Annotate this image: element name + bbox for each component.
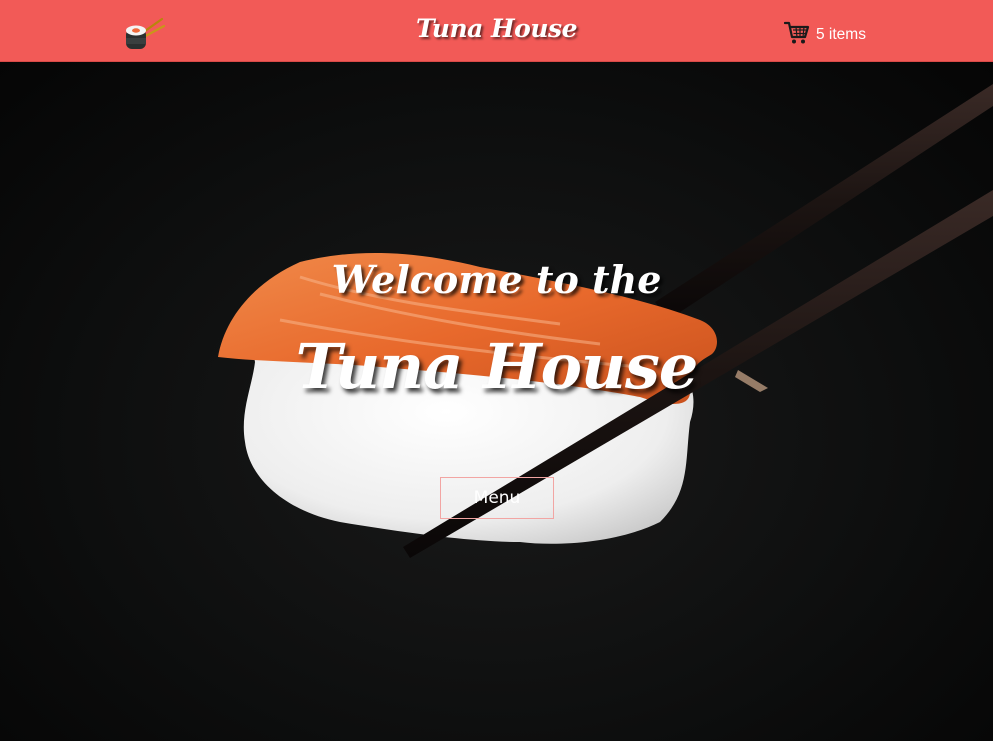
hero-title: Tuna House xyxy=(295,330,699,403)
shopping-cart-icon xyxy=(784,21,810,44)
menu-button[interactable]: Menu xyxy=(440,477,554,519)
cart-count-label: 5 items xyxy=(816,26,866,43)
brand-title-text[interactable]: Tuna House xyxy=(416,14,578,43)
top-navbar: Tuna House 5 items xyxy=(0,0,993,62)
hero-welcome-text: Welcome to the xyxy=(331,257,662,302)
cart-button[interactable]: 5 items xyxy=(784,21,866,46)
hero-section: Welcome to the Tuna House Menu xyxy=(0,62,993,741)
